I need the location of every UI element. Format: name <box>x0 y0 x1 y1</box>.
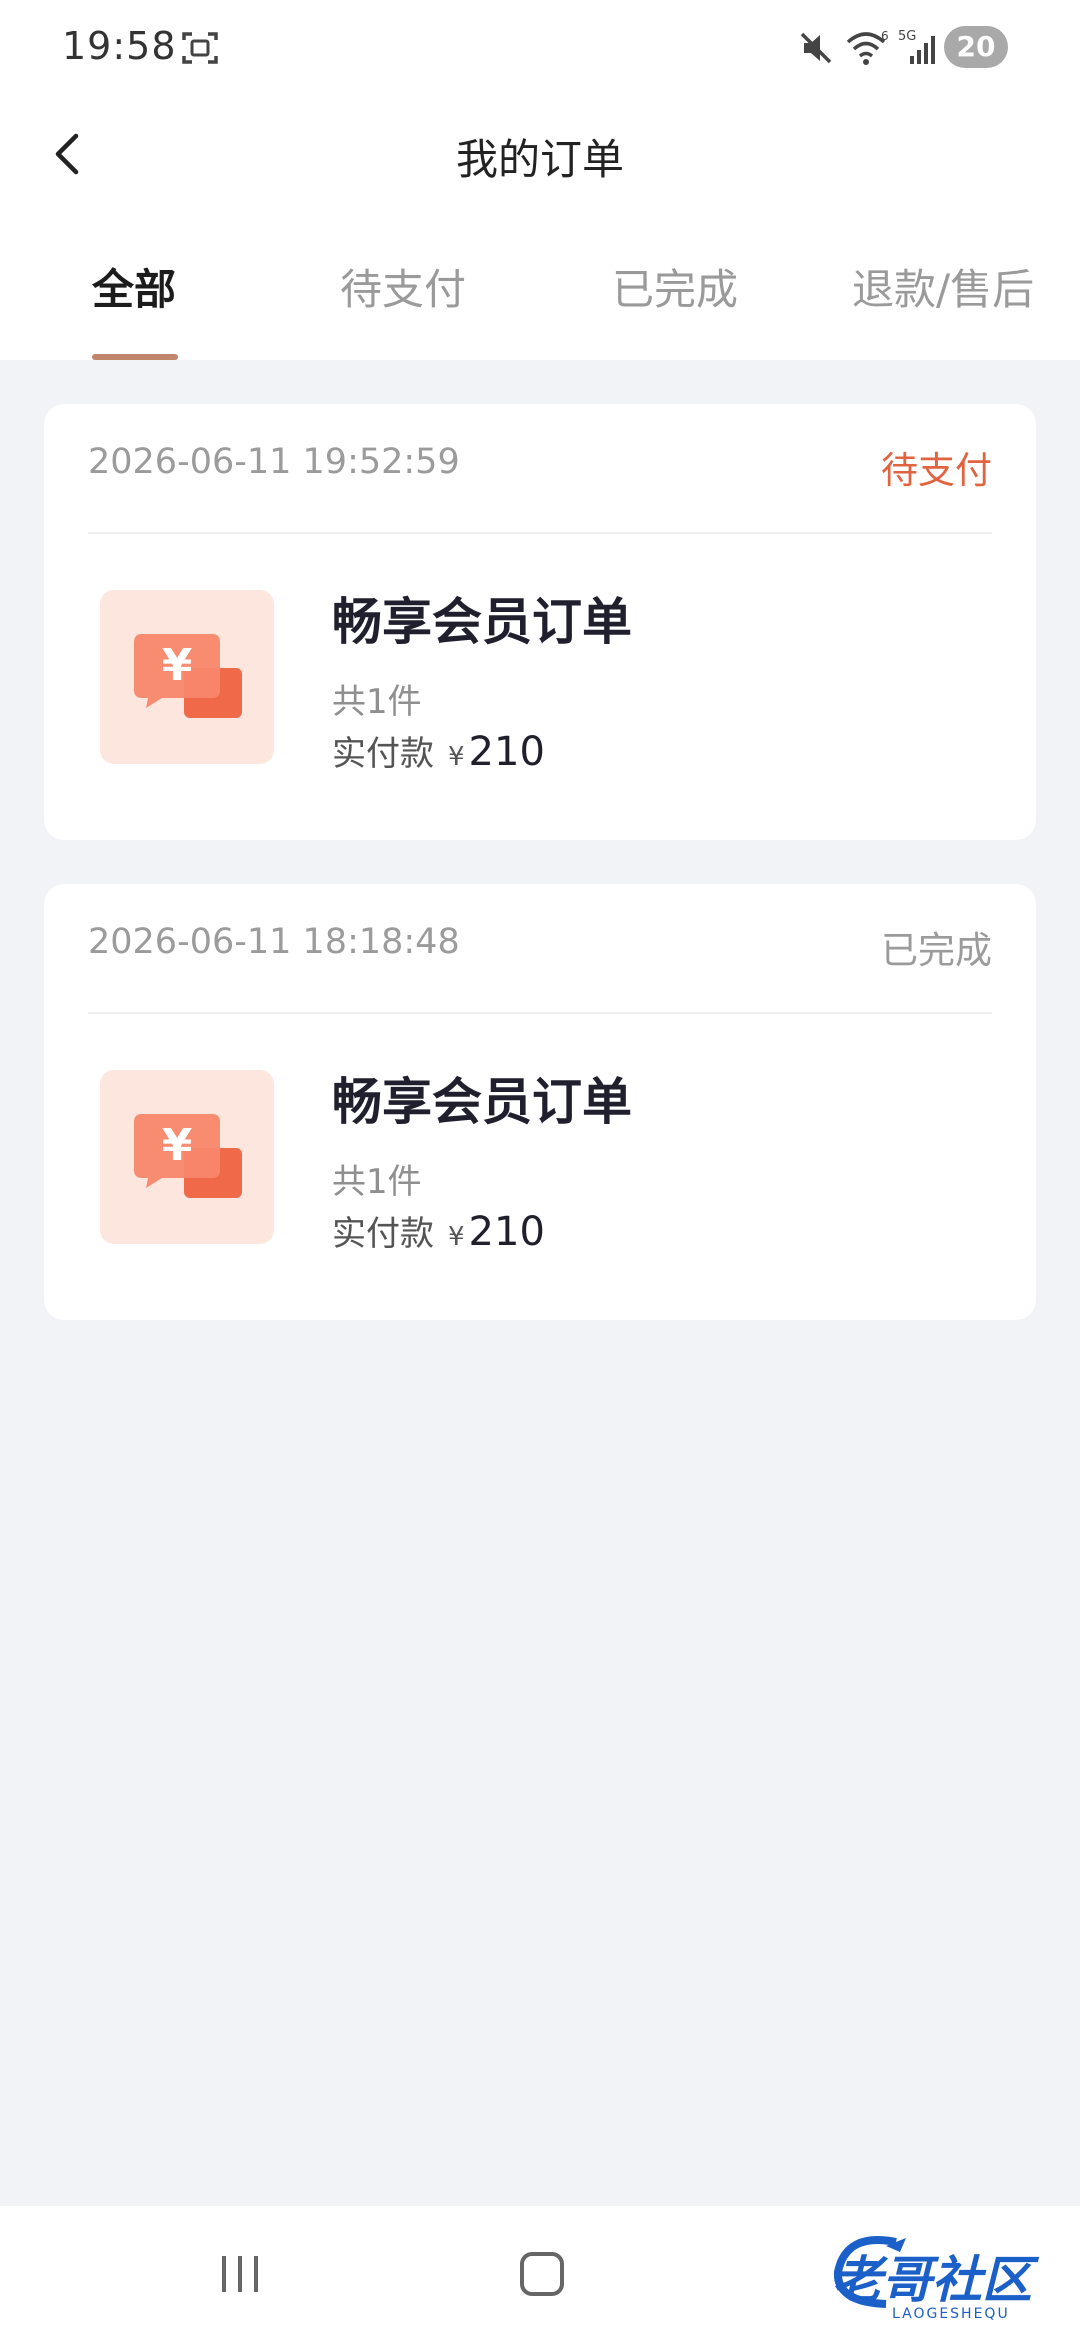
watermark-text: 老哥社区 <box>832 2251 1032 2309</box>
wifi-icon: 6 <box>844 28 892 72</box>
svg-text:6: 6 <box>881 29 889 43</box>
order-time: 2026-06-11 19:52:59 <box>88 442 460 482</box>
product-thumbnail: ¥ <box>100 1070 274 1244</box>
paid-label: 实付款 <box>332 1214 434 1254</box>
item-count: 共1件 <box>332 1162 422 1202</box>
paid-amount: 210 <box>468 729 545 775</box>
product-thumbnail: ¥ <box>100 590 274 764</box>
signal-icon: 5G <box>898 28 940 72</box>
watermark-subtext: LAOGESHEQU <box>892 2306 1010 2322</box>
active-tab-indicator <box>92 354 178 360</box>
tab-refund-aftersale[interactable]: 退款/售后 <box>852 256 1034 317</box>
svg-text:¥: ¥ <box>162 1120 193 1171</box>
divider <box>88 1012 992 1014</box>
paid-amount: 210 <box>468 1209 545 1255</box>
member-order-icon: ¥ <box>134 1114 242 1198</box>
order-card[interactable]: 2026-06-11 18:18:48 已完成 ¥ 畅享会员订单 共1件 实付款… <box>44 884 1036 1320</box>
svg-text:¥: ¥ <box>162 640 193 691</box>
status-bar: 19:58 6 5G 20 <box>0 0 1080 96</box>
order-card[interactable]: 2026-06-11 19:52:59 待支付 ¥ 畅享会员订单 共1件 实付款… <box>44 404 1036 840</box>
page-title: 我的订单 <box>455 135 624 184</box>
watermark-logo: 老哥社区 LAOGESHEQU <box>0 2206 1080 2340</box>
product-name: 畅享会员订单 <box>332 1073 632 1131</box>
status-time: 19:58 <box>62 24 177 68</box>
paid-amount-row: 实付款 ¥ 210 <box>332 1206 545 1255</box>
mute-icon <box>796 28 836 72</box>
item-count: 共1件 <box>332 682 422 722</box>
paid-amount-row: 实付款 ¥ 210 <box>332 726 545 775</box>
currency-symbol: ¥ <box>448 1222 465 1252</box>
tab-pending-payment[interactable]: 待支付 <box>340 256 466 317</box>
paid-label: 实付款 <box>332 734 434 774</box>
product-name: 畅享会员订单 <box>332 593 632 651</box>
currency-symbol: ¥ <box>448 742 465 772</box>
battery-indicator: 20 <box>944 26 1008 68</box>
network-label: 5G <box>898 29 916 44</box>
app-header: 我的订单 全部 待支付 已完成 退款/售后 <box>0 96 1080 360</box>
order-time: 2026-06-11 18:18:48 <box>88 922 460 962</box>
tab-completed[interactable]: 已完成 <box>612 256 738 317</box>
order-status: 待支付 <box>881 449 992 492</box>
screenshot-icon <box>180 28 220 72</box>
order-status: 已完成 <box>881 929 992 972</box>
tab-all[interactable]: 全部 <box>92 256 176 317</box>
member-order-icon: ¥ <box>134 634 242 718</box>
divider <box>88 532 992 534</box>
system-nav-bar: 老哥社区 LAOGESHEQU <box>0 2206 1080 2340</box>
